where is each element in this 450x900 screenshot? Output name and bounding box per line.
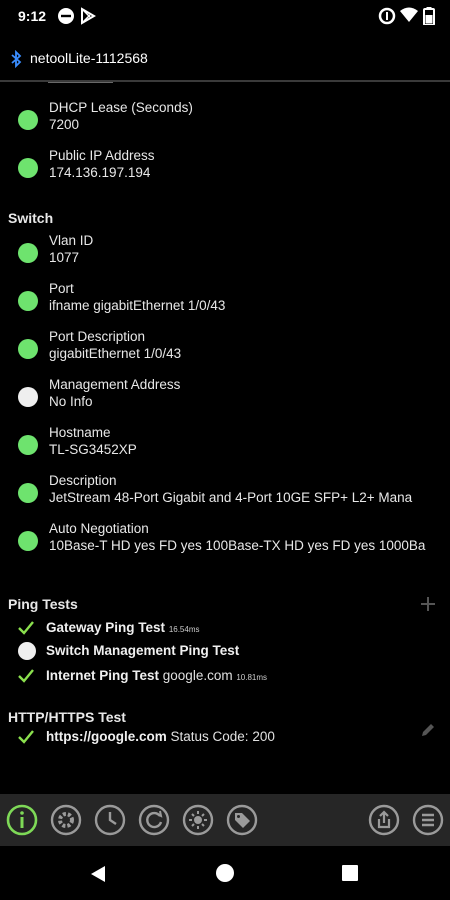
item-label: Port Description xyxy=(49,329,146,344)
item-value: No Info xyxy=(49,394,93,409)
status-time: 9:12 xyxy=(18,8,47,24)
add-ping-test-button[interactable] xyxy=(420,596,436,612)
cut-off-row: ――――― xyxy=(48,82,113,89)
list-item-public-ip: Public IP Address 174.136.197.194 xyxy=(18,148,450,192)
list-item-auto-negotiation: Auto Negotiation 10Base-T HD yes FD yes … xyxy=(18,521,450,565)
status-dot xyxy=(18,483,38,503)
item-label: Vlan ID xyxy=(49,233,94,248)
status-dot xyxy=(18,158,38,178)
item-value: 7200 xyxy=(49,117,80,132)
menu-icon[interactable] xyxy=(412,804,444,836)
test-name: Gateway Ping Test 16.54ms xyxy=(46,620,200,635)
tag-icon[interactable] xyxy=(226,804,258,836)
test-target: google.com xyxy=(162,668,233,683)
back-icon[interactable] xyxy=(90,865,106,883)
bluetooth-icon xyxy=(11,50,22,68)
item-label: Public IP Address xyxy=(49,148,155,163)
test-name: https://google.com Status Code: 200 xyxy=(46,729,275,744)
list-item-port-description: Port Description gigabitEthernet 1/0/43 xyxy=(18,329,450,373)
item-value: ifname gigabitEthernet 1/0/43 xyxy=(49,298,226,313)
data-saver-icon xyxy=(378,7,396,25)
item-label: Port xyxy=(49,281,74,296)
check-icon xyxy=(18,669,34,683)
item-value: 10Base-T HD yes FD yes 100Base-TX HD yes… xyxy=(49,538,426,553)
list-item-dhcp-lease: DHCP Lease (Seconds) 7200 xyxy=(18,100,450,144)
recents-icon[interactable] xyxy=(342,865,358,881)
ping-test-switch-management[interactable]: Switch Management Ping Test xyxy=(18,642,438,664)
test-name: Switch Management Ping Test xyxy=(46,643,240,658)
item-label: DHCP Lease (Seconds) xyxy=(49,100,193,115)
app-title: netoolLite-1112568 xyxy=(30,50,148,66)
status-dot xyxy=(18,642,36,660)
item-value: 1077 xyxy=(49,250,80,265)
results-list[interactable]: ――――― DHCP Lease (Seconds) 7200 Public I… xyxy=(0,82,450,794)
app-title-bar: netoolLite-1112568 xyxy=(0,34,450,82)
section-header-http-test: HTTP/HTTPS Test xyxy=(8,709,126,725)
bottom-toolbar xyxy=(0,794,450,846)
list-item-vlan-id: Vlan ID 1077 xyxy=(18,233,450,277)
ping-time: 16.54ms xyxy=(168,625,200,634)
section-header-ping-tests: Ping Tests xyxy=(8,596,78,612)
status-dot xyxy=(18,291,38,311)
brightness-icon[interactable] xyxy=(182,804,214,836)
check-icon xyxy=(18,621,34,635)
status-dot xyxy=(18,110,38,130)
test-name: Internet Ping Test google.com 10.81ms xyxy=(46,668,268,683)
item-value: gigabitEthernet 1/0/43 xyxy=(49,346,182,361)
section-header-switch: Switch xyxy=(8,210,54,226)
battery-icon xyxy=(423,7,435,25)
status-bar: 9:12 xyxy=(0,0,450,34)
do-not-disturb-icon xyxy=(58,8,74,24)
ping-test-internet[interactable]: Internet Ping Test google.com 10.81ms xyxy=(18,667,438,689)
item-value: JetStream 48-Port Gigabit and 4-Port 10G… xyxy=(49,490,413,505)
history-icon[interactable] xyxy=(94,804,126,836)
share-icon[interactable] xyxy=(368,804,400,836)
item-value: TL-SG3452XP xyxy=(49,442,137,457)
item-label: Management Address xyxy=(49,377,181,392)
item-label: Auto Negotiation xyxy=(49,521,149,536)
http-test-google[interactable]: https://google.com Status Code: 200 xyxy=(18,728,438,750)
status-dot xyxy=(18,531,38,551)
list-item-port: Port ifname gigabitEthernet 1/0/43 xyxy=(18,281,450,325)
refresh-icon[interactable] xyxy=(138,804,170,836)
wifi-icon xyxy=(400,7,418,22)
status-dot xyxy=(18,339,38,359)
check-icon xyxy=(18,730,34,744)
http-status: Status Code: 200 xyxy=(170,729,275,744)
status-dot xyxy=(18,435,38,455)
settings-icon[interactable] xyxy=(50,804,82,836)
item-value: 174.136.197.194 xyxy=(49,165,151,180)
home-icon[interactable] xyxy=(215,863,235,883)
system-nav-bar xyxy=(0,846,450,900)
ping-test-gateway[interactable]: Gateway Ping Test 16.54ms xyxy=(18,619,438,641)
play-store-icon xyxy=(81,7,96,25)
status-dot xyxy=(18,387,38,407)
list-item-hostname: Hostname TL-SG3452XP xyxy=(18,425,450,469)
item-label: Hostname xyxy=(49,425,111,440)
list-item-management-address: Management Address No Info xyxy=(18,377,450,421)
item-label: Description xyxy=(49,473,117,488)
list-item-description: Description JetStream 48-Port Gigabit an… xyxy=(18,473,450,517)
ping-time: 10.81ms xyxy=(236,673,268,682)
info-icon[interactable] xyxy=(6,804,38,836)
status-dot xyxy=(18,243,38,263)
